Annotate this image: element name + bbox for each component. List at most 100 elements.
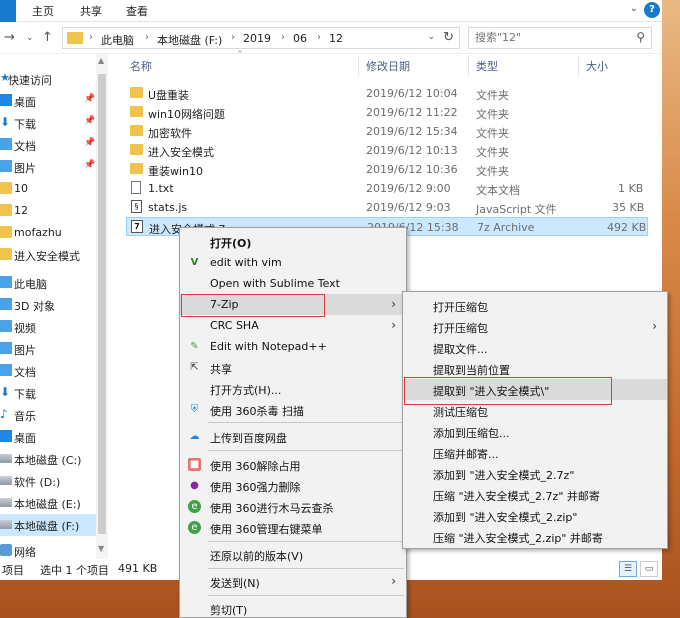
chevron-right-icon[interactable]: › (281, 32, 285, 43)
menu-item-send-to[interactable]: 发送到(N) › (180, 571, 406, 592)
submenu-item-add-to-7z[interactable]: 添加到 "进入安全模式_2.7z" (403, 463, 667, 484)
submenu-item-compress-7z-email[interactable]: 压缩 "进入安全模式_2.7z" 并邮寄 (403, 484, 667, 505)
file-row[interactable]: 进入安全模式 2019/6/12 10:13 文件夹 (126, 141, 648, 160)
submenu-item-extract-here[interactable]: 提取到当前位置 (403, 358, 667, 379)
sidebar-item-3d-objects[interactable]: 3D 对象 (0, 294, 96, 316)
menu-item-open-with-sublime[interactable]: Open with Sublime Text (180, 273, 406, 294)
sidebar-item-this-pc[interactable]: 此电脑 (0, 272, 96, 294)
sidebar-item-videos[interactable]: 视频 (0, 316, 96, 338)
up-arrow-icon[interactable]: ↑ (42, 30, 53, 45)
address-bar[interactable]: › 此电脑 › 本地磁盘 (F:) › 2019 › 06 › 12 ⌄ ↻ (62, 27, 460, 49)
file-date: 2019/6/12 10:36 (366, 163, 458, 176)
column-header-name[interactable]: 名称 (130, 58, 152, 74)
breadcrumb-06[interactable]: 06 (293, 32, 307, 45)
chevron-right-icon[interactable]: › (89, 32, 93, 43)
breadcrumb-2019[interactable]: 2019 (243, 32, 271, 45)
menu-item-360-unlock[interactable]: ■ 使用 360解除占用 (180, 454, 406, 475)
breadcrumb-drive-f[interactable]: 本地磁盘 (F:) (157, 32, 222, 48)
column-divider[interactable] (358, 56, 359, 76)
chevron-right-icon[interactable]: › (145, 32, 149, 43)
sidebar-item-drive-f[interactable]: 本地磁盘 (F:) (0, 514, 96, 536)
menu-item-crc-sha[interactable]: CRC SHA › (180, 315, 406, 336)
sidebar-item-desktop-pc[interactable]: 桌面 (0, 426, 96, 448)
menu-item-open[interactable]: 打开(O) (180, 231, 406, 252)
sidebar-item-downloads[interactable]: ⬇ 下载 📌 (0, 112, 96, 134)
sidebar-scrollbar[interactable]: ▲ ▼ (96, 54, 108, 559)
column-divider[interactable] (578, 56, 579, 76)
menu-item-360-force-delete[interactable]: ● 使用 360强力删除 (180, 475, 406, 496)
file-row[interactable]: § stats.js 2019/6/12 9:03 JavaScript 文件 … (126, 198, 648, 217)
column-header-date[interactable]: 修改日期 (366, 58, 410, 74)
column-header-type[interactable]: 类型 (476, 58, 498, 74)
search-input[interactable] (475, 31, 625, 44)
menu-item-share[interactable]: ⇱ 共享 (180, 357, 406, 378)
details-view-icon[interactable]: ☰ (619, 561, 637, 577)
submenu-item-add-to-archive[interactable]: 添加到压缩包... (403, 421, 667, 442)
sidebar-item-drive-c[interactable]: 本地磁盘 (C:) (0, 448, 96, 470)
sidebar-item-label: 本地磁盘 (C:) (14, 454, 82, 467)
sidebar-item-quick-access[interactable]: ★ 快速访问 (0, 68, 96, 90)
chevron-right-icon[interactable]: › (231, 32, 235, 43)
tab-home[interactable]: 主页 (32, 3, 54, 19)
sidebar-item-folder-12[interactable]: 12 (0, 200, 96, 222)
sidebar-item-pictures[interactable]: 图片 📌 (0, 156, 96, 178)
search-box[interactable]: ⚲ (468, 27, 652, 49)
sidebar-item-pictures-pc[interactable]: 图片 (0, 338, 96, 360)
sidebar-item-folder-10[interactable]: 10 (0, 178, 96, 200)
sidebar-item-music[interactable]: ♪ 音乐 (0, 404, 96, 426)
picture-icon (0, 342, 12, 354)
large-icons-view-icon[interactable]: ▭ (640, 561, 658, 577)
sidebar-item-drive-e[interactable]: 本地磁盘 (E:) (0, 492, 96, 514)
menu-item-restore-versions[interactable]: 还原以前的版本(V) (180, 544, 406, 565)
menu-item-360-scan[interactable]: ⛨ 使用 360杀毒 扫描 (180, 399, 406, 420)
submenu-item-add-to-zip[interactable]: 添加到 "进入安全模式_2.zip" (403, 505, 667, 526)
scroll-up-icon[interactable]: ▲ (98, 56, 104, 65)
sidebar-item-documents-pc[interactable]: 文档 (0, 360, 96, 382)
submenu-item-open-archive[interactable]: 打开压缩包 (403, 295, 667, 316)
tab-share[interactable]: 共享 (80, 3, 102, 19)
file-row[interactable]: 加密软件 2019/6/12 15:34 文件夹 (126, 122, 648, 141)
sidebar-item-safe-mode[interactable]: 进入安全模式 (0, 244, 96, 266)
submenu-item-extract-files[interactable]: 提取文件... (403, 337, 667, 358)
file-row[interactable]: 1.txt 2019/6/12 9:00 文本文档 1 KB (126, 179, 648, 198)
scrollbar-thumb[interactable] (98, 74, 106, 534)
chevron-down-icon[interactable]: ⌄ (630, 3, 638, 14)
scroll-down-icon[interactable]: ▼ (98, 544, 104, 553)
breadcrumb-this-pc[interactable]: 此电脑 (101, 32, 134, 48)
search-icon[interactable]: ⚲ (636, 30, 645, 44)
help-icon[interactable]: ? (644, 2, 660, 18)
back-arrow-icon[interactable]: → (4, 30, 15, 45)
menu-item-open-with[interactable]: 打开方式(H)... (180, 378, 406, 399)
sidebar-item-mofazhu[interactable]: mofazhu (0, 222, 96, 244)
submenu-item-compress-email[interactable]: 压缩并邮寄... (403, 442, 667, 463)
submenu-item-open-archive-more[interactable]: 打开压缩包 › (403, 316, 667, 337)
column-header-size[interactable]: 大小 (586, 58, 608, 74)
recent-dropdown-icon[interactable]: ⌄ (26, 33, 34, 43)
pin-icon[interactable]: 📌 (84, 138, 95, 148)
file-row[interactable]: win10网络问题 2019/6/12 11:22 文件夹 (126, 103, 648, 122)
file-row[interactable]: U盘重装 2019/6/12 10:04 文件夹 (126, 84, 648, 103)
submenu-item-compress-zip-email[interactable]: 压缩 "进入安全模式_2.zip" 并邮寄 (403, 526, 667, 547)
sidebar-item-downloads-pc[interactable]: ⬇ 下载 (0, 382, 96, 404)
file-tab[interactable] (0, 0, 16, 22)
pin-icon[interactable]: 📌 (84, 116, 95, 126)
breadcrumb-12[interactable]: 12 (329, 32, 343, 45)
sidebar-item-desktop[interactable]: 桌面 📌 (0, 90, 96, 112)
menu-item-baidu-upload[interactable]: ☁ 上传到百度网盘 (180, 426, 406, 447)
menu-item-edit-with-vim[interactable]: V edit with vim (180, 252, 406, 273)
tab-view[interactable]: 查看 (126, 3, 148, 19)
file-row[interactable]: 重装win10 2019/6/12 10:36 文件夹 (126, 160, 648, 179)
refresh-icon[interactable]: ↻ (443, 30, 454, 45)
column-divider[interactable] (468, 56, 469, 76)
menu-item-360-manage-menu[interactable]: e 使用 360管理右键菜单 (180, 517, 406, 538)
address-dropdown-icon[interactable]: ⌄ (427, 32, 435, 42)
sidebar-item-documents[interactable]: 文档 📌 (0, 134, 96, 156)
sidebar-item-drive-d[interactable]: 软件 (D:) (0, 470, 96, 492)
pin-icon[interactable]: 📌 (84, 160, 95, 170)
menu-item-edit-with-notepad[interactable]: ✎ Edit with Notepad++ (180, 336, 406, 357)
pin-icon[interactable]: 📌 (84, 94, 95, 104)
chevron-right-icon[interactable]: › (317, 32, 321, 43)
file-name: win10网络问题 (148, 108, 226, 121)
menu-item-360-trojan-scan[interactable]: e 使用 360进行木马云查杀 (180, 496, 406, 517)
menu-item-cut[interactable]: 剪切(T) (180, 598, 406, 618)
